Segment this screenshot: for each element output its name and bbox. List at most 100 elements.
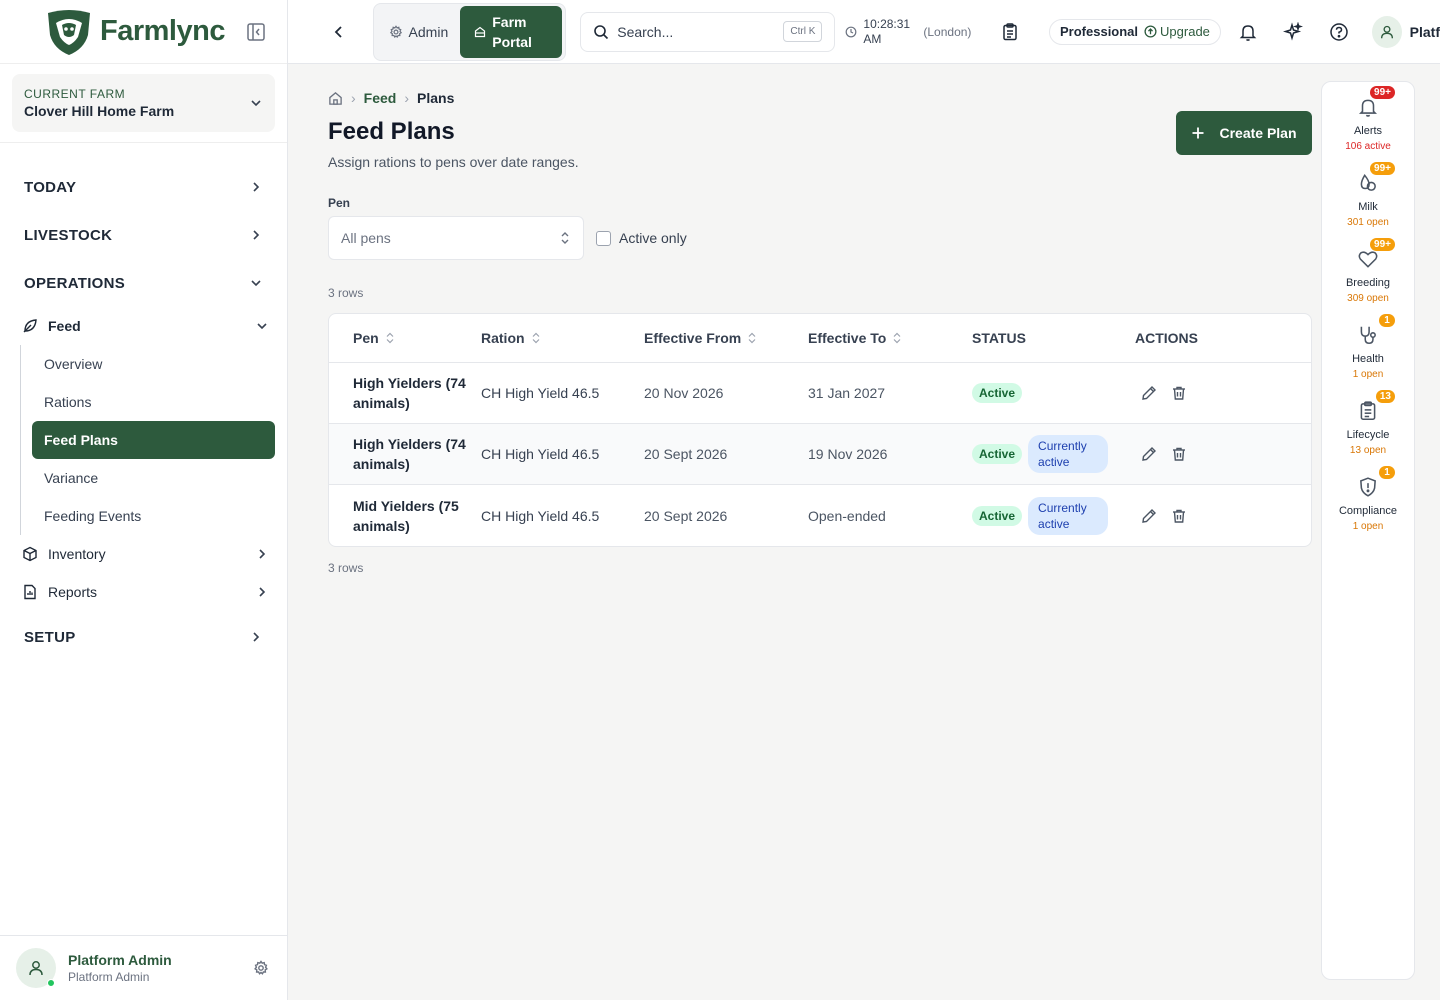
farm-portal-button[interactable]: Farm Portal (460, 5, 563, 58)
nav-section-livestock[interactable]: LIVESTOCK (0, 211, 287, 259)
cow-shield-logo-icon (48, 9, 90, 55)
top-user-name[interactable]: Platf (1410, 24, 1440, 40)
farm-portal-label-line1: Farm (492, 13, 527, 30)
breadcrumb-feed[interactable]: Feed (364, 90, 397, 106)
sidebar-item-rations[interactable]: Rations (32, 383, 275, 421)
column-ration[interactable]: Ration (481, 330, 644, 346)
status-cell: Active Currently active (972, 435, 1135, 473)
clock-time: 10:28:31 (863, 16, 911, 31)
rail-label: Milk (1358, 201, 1378, 213)
chevron-right-icon: › (351, 90, 356, 106)
health-badge: 1 (1379, 314, 1395, 327)
nav-item-inventory[interactable]: Inventory (0, 535, 287, 573)
column-effective-to-label: Effective To (808, 330, 887, 346)
ration-cell: CH High Yield 46.5 (481, 385, 600, 401)
trash-icon[interactable] (1171, 385, 1187, 401)
back-button[interactable] (328, 20, 351, 44)
breeding-badge: 99+ (1370, 238, 1395, 251)
barn-icon (475, 26, 486, 37)
global-search[interactable]: Search... Ctrl K (580, 11, 836, 52)
create-plan-label: Create Plan (1219, 125, 1297, 141)
bell-icon (1358, 99, 1378, 117)
help-button[interactable] (1320, 12, 1358, 52)
lifecycle-badge: 13 (1375, 390, 1395, 403)
plan-badge[interactable]: Professional Upgrade (1049, 18, 1221, 45)
edit-pencil-icon[interactable] (1141, 508, 1157, 524)
brand-logo[interactable]: Farmlync (44, 7, 225, 57)
search-input[interactable]: Search... (617, 24, 673, 40)
pen-filter-select[interactable]: All pens (328, 216, 584, 260)
rail-label: Health (1352, 353, 1384, 365)
table-row[interactable]: High Yielders (74 animals) CH High Yield… (329, 424, 1311, 485)
rail-item-lifecycle[interactable]: 13 Lifecycle 13 open (1322, 386, 1414, 462)
nav-item-reports[interactable]: Reports (0, 573, 287, 611)
trash-icon[interactable] (1171, 446, 1187, 462)
farm-portal-label-line2: Portal (492, 33, 532, 50)
rail-count: 1 open (1352, 521, 1384, 532)
collapse-sidebar-button[interactable] (245, 21, 267, 43)
rail-item-breeding[interactable]: 99+ Breeding 309 open (1322, 234, 1414, 310)
edit-pencil-icon[interactable] (1141, 446, 1157, 462)
status-cell: Active (972, 383, 1135, 403)
sidebar-item-variance[interactable]: Variance (32, 459, 275, 497)
effective-from-cell: 20 Sept 2026 (644, 446, 728, 462)
rail-item-alerts[interactable]: 99+ Alerts 106 active (1322, 82, 1414, 158)
table-header: Pen Ration Effective From Effective To S… (329, 314, 1311, 363)
column-pen[interactable]: Pen (329, 330, 481, 346)
sidebar-item-feed-plans[interactable]: Feed Plans (32, 421, 275, 459)
user-icon (1380, 25, 1393, 38)
upgrade-link[interactable]: Upgrade (1144, 24, 1210, 39)
farm-selector[interactable]: CURRENT FARM Clover Hill Home Farm (12, 74, 275, 132)
table-row[interactable]: Mid Yielders (75 animals) CH High Yield … (329, 485, 1311, 546)
notifications-button[interactable] (1229, 12, 1267, 52)
sidebar-item-overview[interactable]: Overview (32, 345, 275, 383)
chevron-right-icon (253, 182, 260, 192)
box-icon (23, 546, 37, 562)
create-plan-button[interactable]: Create Plan (1176, 111, 1312, 155)
currently-active-badge: Currently active (1028, 496, 1109, 535)
effective-to-cell: Open-ended (808, 507, 886, 524)
table-row[interactable]: High Yielders (74 animals) CH High Yield… (329, 363, 1311, 424)
active-only-checkbox[interactable] (596, 230, 611, 246)
rail-item-compliance[interactable]: 1 Compliance 1 open (1322, 462, 1414, 538)
sort-icon (893, 332, 901, 344)
clipboard-list-icon (1003, 22, 1017, 40)
rail-item-health[interactable]: 1 Health 1 open (1322, 310, 1414, 386)
sort-icon (532, 332, 539, 344)
gear-icon[interactable] (253, 960, 269, 976)
trash-icon[interactable] (1171, 508, 1187, 524)
status-badge: Active (972, 444, 1023, 464)
user-profile[interactable]: Platform Admin Platform Admin (0, 935, 287, 1000)
brand-name: Farmlync (100, 15, 225, 47)
sort-icon (748, 332, 756, 344)
edit-pencil-icon[interactable] (1141, 385, 1157, 401)
pen-cell: Mid Yielders (75 animals) (353, 496, 477, 536)
column-effective-to[interactable]: Effective To (808, 330, 972, 346)
user-icon (29, 961, 43, 976)
nav-section-setup[interactable]: SETUP (0, 613, 287, 661)
pen-name: High Yielders (74 (353, 436, 466, 452)
ai-assistant-button[interactable] (1274, 12, 1312, 52)
status-badge: Active (972, 383, 1023, 403)
avatar[interactable] (1371, 15, 1402, 48)
nav-section-today[interactable]: TODAY (0, 163, 287, 211)
nav-item-feed[interactable]: Feed (0, 307, 287, 345)
nav-item-label: Reports (48, 584, 98, 600)
sidebar-item-feeding-events[interactable]: Feeding Events (32, 497, 275, 535)
nav-section-label: OPERATIONS (24, 274, 126, 292)
active-only-toggle[interactable]: Active only (596, 216, 687, 260)
column-effective-from[interactable]: Effective From (644, 330, 808, 346)
admin-portal-button[interactable]: Admin (377, 7, 461, 57)
column-status: STATUS (972, 330, 1135, 346)
nav-section-operations[interactable]: OPERATIONS (0, 259, 287, 307)
chevrons-up-down-icon (561, 232, 569, 244)
home-icon[interactable] (328, 91, 343, 106)
pen-animals: animals) (353, 517, 410, 534)
effective-to-cell: 19 Nov 2026 (808, 446, 888, 462)
rail-label: Compliance (1338, 505, 1398, 517)
rail-item-milk[interactable]: 99+ Milk 301 open (1322, 158, 1414, 234)
tasks-button[interactable] (991, 12, 1029, 52)
heart-icon (1358, 251, 1378, 268)
milk-drop-icon (1360, 173, 1376, 191)
clipboard-icon (1360, 401, 1376, 421)
